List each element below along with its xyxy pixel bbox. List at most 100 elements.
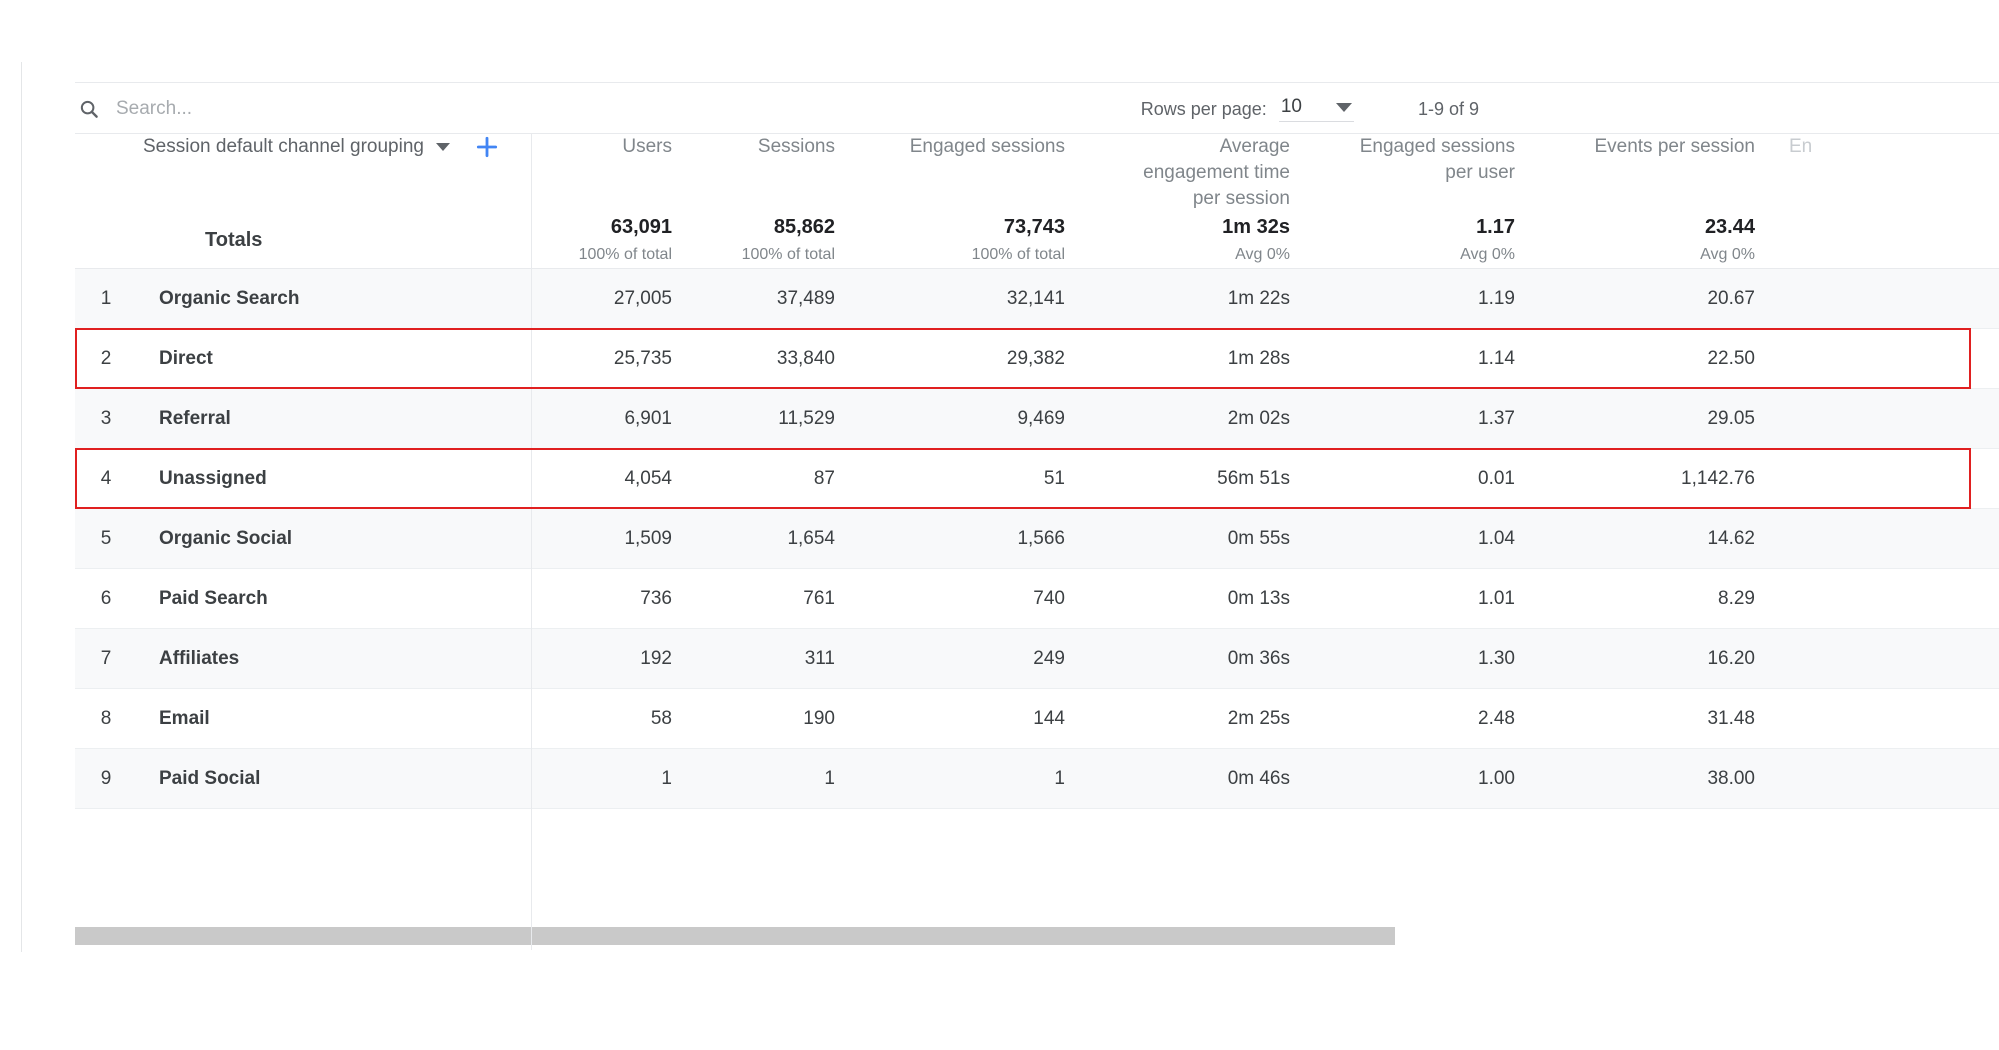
channel-grouping-table: Session default channel grouping Users S…: [75, 134, 1999, 809]
pagination-range: 1-9 of 9: [1417, 98, 1479, 119]
row-index: 6: [75, 568, 137, 629]
row-avg-engagement-time: 1m 28s: [1087, 328, 1312, 389]
chevron-down-icon[interactable]: [435, 143, 450, 151]
row-dimension-value[interactable]: Organic Social: [137, 508, 531, 569]
search-input[interactable]: [116, 98, 396, 120]
row-clipped: [1777, 748, 1999, 809]
header-dimension[interactable]: Session default channel grouping: [137, 134, 531, 212]
row-users: 4,054: [531, 448, 694, 509]
row-avg-engagement-time: 1m 22s: [1087, 268, 1312, 329]
totals-subvalue: Avg 0%: [1460, 246, 1515, 263]
totals-events-per-session: 23.44 Avg 0%: [1537, 212, 1777, 269]
row-sessions: 1: [694, 748, 857, 809]
totals-value: 1.17: [1476, 216, 1515, 238]
row-sessions: 87: [694, 448, 857, 509]
horizontal-scrollbar-thumb[interactable]: [75, 927, 1395, 945]
row-sessions: 311: [694, 628, 857, 689]
row-index: 5: [75, 508, 137, 569]
table-row[interactable]: 3 Referral 6,901 11,529 9,469 2m 02s 1.37 29.05: [75, 388, 1999, 449]
totals-engaged-sessions: 73,743 100% of total: [857, 212, 1087, 269]
row-users: 736: [531, 568, 694, 629]
row-dimension-value[interactable]: Direct: [137, 328, 531, 389]
totals-row: Totals 63,091 100% of total 85,862 100% …: [75, 212, 1999, 269]
totals-value: 85,862: [773, 216, 835, 238]
row-events-per-session: 16.20: [1537, 628, 1777, 689]
row-clipped: [1777, 688, 1999, 749]
chevron-down-icon: [1335, 102, 1352, 112]
row-sessions: 11,529: [694, 388, 857, 449]
table-row[interactable]: 4 Unassigned 4,054 87 51 56m 51s 0.01 1,142.76: [75, 448, 1999, 509]
dimension-metric-divider: [531, 134, 532, 950]
row-sessions: 37,489: [694, 268, 857, 329]
header-metric-sessions[interactable]: Sessions: [694, 134, 857, 212]
header-line: Engaged sessions: [909, 136, 1065, 157]
row-events-per-session: 31.48: [1537, 688, 1777, 749]
row-index: 1: [75, 268, 137, 329]
row-dimension-value[interactable]: Paid Search: [137, 568, 531, 629]
row-sessions: 1,654: [694, 508, 857, 569]
search-box[interactable]: [75, 83, 396, 135]
page-left-divider: [21, 62, 22, 952]
header-metric-events-per-session[interactable]: Events per session: [1537, 134, 1777, 212]
totals-value: 63,091: [610, 216, 672, 238]
exploration-table-card: Rows per page: 10 1-9 of 9: [75, 82, 1999, 952]
row-sessions: 33,840: [694, 328, 857, 389]
row-engaged-sessions: 249: [857, 628, 1087, 689]
header-metric-users[interactable]: Users: [531, 134, 694, 212]
header-line: per session: [1192, 188, 1290, 209]
rows-per-page-select[interactable]: 10: [1278, 96, 1354, 122]
row-avg-engagement-time: 2m 02s: [1087, 388, 1312, 449]
row-events-per-session: 22.50: [1537, 328, 1777, 389]
row-dimension-value[interactable]: Organic Search: [137, 268, 531, 329]
row-events-per-session: 29.05: [1537, 388, 1777, 449]
row-sessions: 190: [694, 688, 857, 749]
row-dimension-value[interactable]: Referral: [137, 388, 531, 449]
row-avg-engagement-time: 0m 36s: [1087, 628, 1312, 689]
row-engaged-sessions: 51: [857, 448, 1087, 509]
table-row[interactable]: 7 Affiliates 192 311 249 0m 36s 1.30 16.20: [75, 628, 1999, 689]
horizontal-scrollbar[interactable]: [75, 927, 1999, 945]
header-index: [75, 134, 137, 212]
totals-engaged-sessions-per-user: 1.17 Avg 0%: [1312, 212, 1537, 269]
row-engaged-sessions-per-user: 1.04: [1312, 508, 1537, 569]
totals-subvalue: 100% of total: [971, 246, 1065, 263]
table-row[interactable]: 8 Email 58 190 144 2m 25s 2.48 31.48: [75, 688, 1999, 749]
totals-subvalue: 100% of total: [578, 246, 672, 263]
header-metric-clipped[interactable]: En: [1777, 134, 1999, 212]
table-row[interactable]: 5 Organic Social 1,509 1,654 1,566 0m 55s 1.04…: [75, 508, 1999, 569]
row-engaged-sessions-per-user: 0.01: [1312, 448, 1537, 509]
plus-icon[interactable]: [474, 134, 500, 160]
table-row[interactable]: 2 Direct 25,735 33,840 29,382 1m 28s 1.14 22.50: [75, 328, 1999, 389]
row-engaged-sessions: 32,141: [857, 268, 1087, 329]
row-avg-engagement-time: 0m 46s: [1087, 748, 1312, 809]
row-users: 6,901: [531, 388, 694, 449]
totals-avg-engagement-time: 1m 32s Avg 0%: [1087, 212, 1312, 269]
table-header-row: Session default channel grouping Users S…: [75, 134, 1999, 212]
row-dimension-value[interactable]: Paid Social: [137, 748, 531, 809]
header-metric-engaged-sessions[interactable]: Engaged sessions: [857, 134, 1087, 212]
row-engaged-sessions: 144: [857, 688, 1087, 749]
rows-per-page-value: 10: [1280, 96, 1302, 117]
table-body: Totals 63,091 100% of total 85,862 100% …: [75, 212, 1999, 809]
header-line: Sessions: [757, 136, 835, 157]
table-row[interactable]: 1 Organic Search 27,005 37,489 32,141 1m 22s 1…: [75, 268, 1999, 329]
row-dimension-value[interactable]: Email: [137, 688, 531, 749]
header-line: per user: [1445, 162, 1515, 183]
row-clipped: [1777, 448, 1999, 509]
report-page: Rows per page: 10 1-9 of 9: [0, 0, 1999, 1050]
table-row[interactable]: 9 Paid Social 1 1 1 0m 46s 1.00 38.00: [75, 748, 1999, 809]
table-row[interactable]: 6 Paid Search 736 761 740 0m 13s 1.01 8.29: [75, 568, 1999, 629]
row-index: 8: [75, 688, 137, 749]
row-events-per-session: 20.67: [1537, 268, 1777, 329]
row-index: 7: [75, 628, 137, 689]
totals-sessions: 85,862 100% of total: [694, 212, 857, 269]
totals-clipped: [1777, 212, 1999, 269]
row-dimension-value[interactable]: Unassigned: [137, 448, 531, 509]
row-users: 58: [531, 688, 694, 749]
header-metric-engaged-sessions-per-user[interactable]: Engaged sessions per user: [1312, 134, 1537, 212]
totals-value: 23.44: [1704, 216, 1755, 238]
row-engaged-sessions-per-user: 1.19: [1312, 268, 1537, 329]
row-engaged-sessions: 1,566: [857, 508, 1087, 569]
header-metric-avg-engagement-time[interactable]: Average engagement time per session: [1087, 134, 1312, 212]
row-dimension-value[interactable]: Affiliates: [137, 628, 531, 689]
